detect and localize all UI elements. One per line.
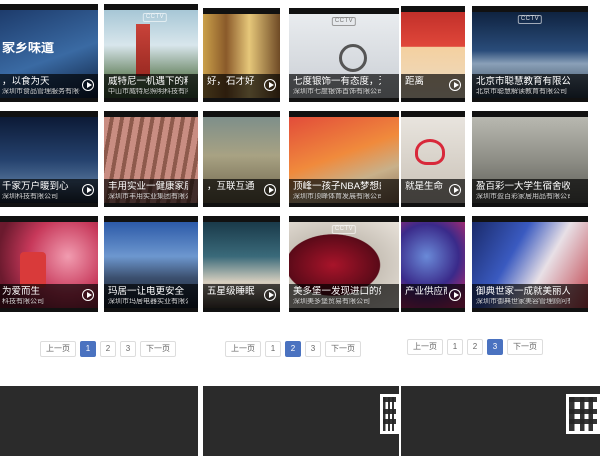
footer [203, 386, 399, 456]
video-grid: 家乡味道 ，以食为天 深圳市食品管理服务有限公司 CCTV 威特尼一机遇下的精工… [0, 0, 198, 320]
prev-page-button[interactable]: 上一页 [225, 341, 261, 357]
video-caption: 顶峰一孩子NBA梦想的摇篮 深圳市顶峰体育发展有限公司 [289, 179, 399, 203]
page-1-button[interactable]: 1 [80, 341, 96, 357]
video-card[interactable]: 为爱而生 科技有限公司 [0, 216, 98, 312]
play-icon[interactable] [449, 79, 461, 91]
page-1-button[interactable]: 1 [265, 341, 281, 357]
play-icon[interactable] [449, 184, 461, 196]
video-card[interactable]: 就是生命 [401, 111, 465, 207]
video-card[interactable]: CCTV 美多堡一发现进口的好酒 深圳美多堡贸易有限公司 [289, 216, 399, 312]
panel-middle: 好，石才好 CCTV 七度银饰一有态度，无限度 深圳市七度银饰首饰有限公司 ，互… [203, 0, 399, 456]
next-page-button[interactable]: 下一页 [507, 339, 543, 355]
video-caption: 威特尼一机遇下的精工 中山市威特尼照明科技有限公司 [104, 74, 198, 98]
video-caption: 丰用实业一健康家居首选 深圳市丰用实业集团有限公司 [104, 179, 198, 203]
cctv-logo: CCTV [331, 17, 357, 26]
footer [0, 386, 198, 456]
video-card[interactable]: CCTV 七度银饰一有态度，无限度 深圳市七度银饰首饰有限公司 [289, 8, 399, 102]
qr-code-icon [566, 394, 600, 434]
page-3-button[interactable]: 3 [120, 341, 136, 357]
video-caption: 北京市聪慧教育有限公司 北京市聪慧解读教育有限公司 [472, 74, 588, 98]
video-card[interactable]: 产业供应商 [401, 216, 465, 312]
play-icon[interactable] [264, 184, 276, 196]
cctv-logo: CCTV [331, 225, 357, 234]
video-caption: 玛居一让电更安全 深圳市玛居电器实业有限公司 [104, 284, 198, 308]
jar-image [20, 252, 46, 288]
video-card[interactable]: 五星级睡眠 [203, 216, 280, 312]
video-caption: 家乡味道 [2, 42, 55, 54]
video-caption: 七度银饰一有态度，无限度 深圳市七度银饰首饰有限公司 [289, 74, 399, 98]
cctv-logo: CCTV [142, 13, 168, 22]
video-card[interactable]: 丰用实业一健康家居首选 深圳市丰用实业集团有限公司 [104, 111, 198, 207]
video-card[interactable]: 玛居一让电更安全 深圳市玛居电器实业有限公司 [104, 216, 198, 312]
play-icon[interactable] [82, 184, 94, 196]
video-card[interactable]: 千家万户暖到心 深圳科技有限公司 [0, 111, 98, 207]
necklace-image [339, 44, 367, 72]
pagination: 上一页 1 2 3 下一页 [407, 339, 543, 355]
page-3-button[interactable]: 3 [305, 341, 321, 357]
prev-page-button[interactable]: 上一页 [407, 339, 443, 355]
panel-right: 距离 CCTV 北京市聪慧教育有限公司 北京市聪慧解读教育有限公司 就是生命 [401, 0, 600, 456]
page-2-button[interactable]: 2 [467, 339, 483, 355]
page-2-button[interactable]: 2 [285, 341, 301, 357]
pagoda-image [136, 24, 150, 76]
page-1-button[interactable]: 1 [447, 339, 463, 355]
heart-image [415, 139, 445, 165]
video-caption: 御典世家一成就美丽人生 深圳市御典世家美容管理顾问有限公司 [472, 284, 588, 308]
page-2-button[interactable]: 2 [100, 341, 116, 357]
qr-code-icon [380, 394, 399, 434]
prev-page-button[interactable]: 上一页 [40, 341, 76, 357]
video-card[interactable]: 距离 [401, 6, 465, 102]
video-grid: 距离 CCTV 北京市聪慧教育有限公司 北京市聪慧解读教育有限公司 就是生命 [401, 0, 600, 320]
play-icon[interactable] [82, 289, 94, 301]
video-card[interactable]: 顶峰一孩子NBA梦想的摇篮 深圳市顶峰体育发展有限公司 [289, 111, 399, 207]
video-card[interactable]: ，互联互通 [203, 111, 280, 207]
video-grid: 好，石才好 CCTV 七度银饰一有态度，无限度 深圳市七度银饰首饰有限公司 ，互… [203, 0, 399, 320]
page-3-button[interactable]: 3 [487, 339, 503, 355]
panel-left: 家乡味道 ，以食为天 深圳市食品管理服务有限公司 CCTV 威特尼一机遇下的精工… [0, 0, 198, 456]
play-icon[interactable] [449, 289, 461, 301]
cctv-logo: CCTV [517, 15, 543, 24]
video-caption: 盈百彩一大学生宿舍收纳品牌 深圳市盈百彩家居用品有限公司 [472, 179, 588, 203]
next-page-button[interactable]: 下一页 [325, 341, 361, 357]
video-card[interactable]: 御典世家一成就美丽人生 深圳市御典世家美容管理顾问有限公司 [472, 216, 588, 312]
play-icon[interactable] [264, 289, 276, 301]
video-card[interactable]: 家乡味道 ，以食为天 深圳市食品管理服务有限公司 [0, 4, 98, 102]
next-page-button[interactable]: 下一页 [140, 341, 176, 357]
play-icon[interactable] [82, 79, 94, 91]
pagination: 上一页 1 2 3 下一页 [225, 341, 361, 357]
video-card[interactable]: 盈百彩一大学生宿舍收纳品牌 深圳市盈百彩家居用品有限公司 [472, 111, 588, 207]
video-caption: 美多堡一发现进口的好酒 深圳美多堡贸易有限公司 [289, 284, 399, 308]
video-card[interactable]: 好，石才好 [203, 8, 280, 102]
video-card[interactable]: CCTV 威特尼一机遇下的精工 中山市威特尼照明科技有限公司 [104, 4, 198, 102]
play-icon[interactable] [264, 79, 276, 91]
pagination: 上一页 1 2 3 下一页 [40, 341, 176, 357]
video-card[interactable]: CCTV 北京市聪慧教育有限公司 北京市聪慧解读教育有限公司 [472, 6, 588, 102]
